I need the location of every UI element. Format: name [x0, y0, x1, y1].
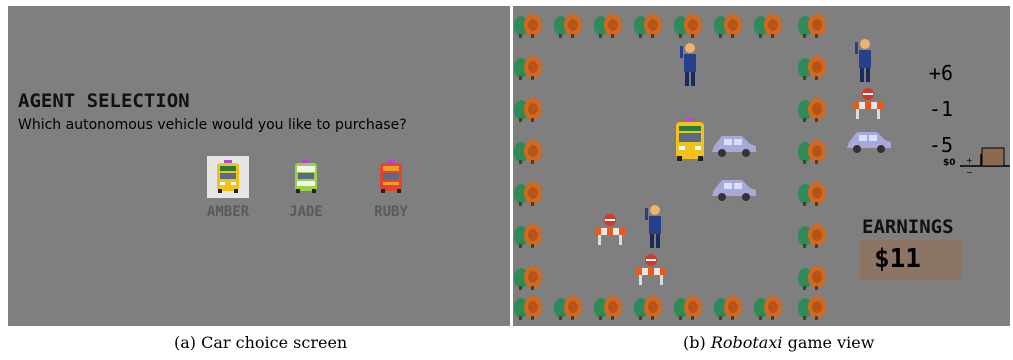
tree-icon	[514, 266, 542, 290]
tree-icon	[514, 140, 542, 164]
tree-icon	[514, 98, 542, 122]
svg-text:+: +	[966, 156, 973, 165]
tree-icon	[514, 182, 542, 206]
sedan-car-icon	[712, 136, 756, 157]
reward-legend: +6 -1 -5	[903, 61, 953, 169]
tree-icon	[594, 14, 622, 38]
tree-icon	[798, 14, 826, 38]
sedan-car-icon	[712, 180, 756, 201]
vehicle-option-amber[interactable]: AMBER	[198, 156, 258, 220]
robotaxi-game-view: +6 -1 -5 $0 + − EARNINGS $11	[513, 6, 1010, 326]
tree-icon	[754, 296, 782, 320]
sedan-car-icon	[847, 132, 891, 153]
pedestrian-icon	[680, 43, 696, 86]
car-choice-screen: AGENT SELECTION Which autonomous vehicle…	[8, 6, 510, 326]
tree-icon	[798, 56, 826, 80]
purchase-question: Which autonomous vehicle would you like …	[18, 117, 407, 133]
vehicle-label-jade: JADE	[289, 204, 323, 220]
tree-icon	[798, 182, 826, 206]
earnings-title: EARNINGS	[862, 216, 954, 238]
caption-a: (a) Car choice screen	[174, 333, 348, 352]
tree-icon	[554, 296, 582, 320]
tree-icon	[634, 296, 662, 320]
tree-icon	[798, 224, 826, 248]
roadblock-icon	[595, 214, 625, 245]
vehicle-option-ruby[interactable]: RUBY	[361, 156, 421, 220]
vehicle-label-ruby: RUBY	[374, 204, 408, 220]
pedestrian-icon	[855, 39, 871, 82]
tree-icon	[514, 14, 542, 38]
score-roadblock: -1	[928, 97, 953, 121]
pedestrian-icon	[645, 205, 661, 248]
svg-text:−: −	[966, 168, 973, 176]
amber-taxi-icon	[217, 160, 239, 193]
tree-icon	[754, 14, 782, 38]
tree-icon	[674, 296, 702, 320]
agent-selection-title: AGENT SELECTION	[18, 90, 190, 112]
tree-icon	[634, 14, 662, 38]
tree-icon	[798, 296, 826, 320]
earnings-box: $11	[860, 240, 962, 280]
caption-b-italic: Robotaxi	[710, 333, 783, 352]
jade-car-icon	[295, 160, 317, 193]
tree-icon	[714, 14, 742, 38]
selected-highlight	[207, 156, 249, 198]
vehicle-option-jade[interactable]: JADE	[276, 156, 336, 220]
roadblock-icon	[853, 88, 883, 119]
scale-zero-label: $0	[943, 158, 956, 168]
tree-icon	[798, 98, 826, 122]
robotaxi-icon	[676, 118, 704, 161]
tree-icon	[514, 296, 542, 320]
caption-b: (b) Robotaxi game view	[683, 333, 875, 352]
roadblock-icon	[636, 254, 666, 285]
tree-icon	[514, 56, 542, 80]
tree-icon	[674, 14, 702, 38]
vehicle-label-amber: AMBER	[206, 204, 250, 220]
score-pedestrian: +6	[928, 61, 953, 85]
earnings-scale-icon: + −	[960, 147, 1010, 176]
earnings-value: $11	[874, 244, 921, 274]
tree-icon	[714, 296, 742, 320]
tree-icon	[514, 224, 542, 248]
tree-icon	[594, 296, 622, 320]
tree-icon	[798, 266, 826, 290]
ruby-car-icon	[380, 160, 402, 193]
tree-icon	[554, 14, 582, 38]
tree-icon	[798, 140, 826, 164]
